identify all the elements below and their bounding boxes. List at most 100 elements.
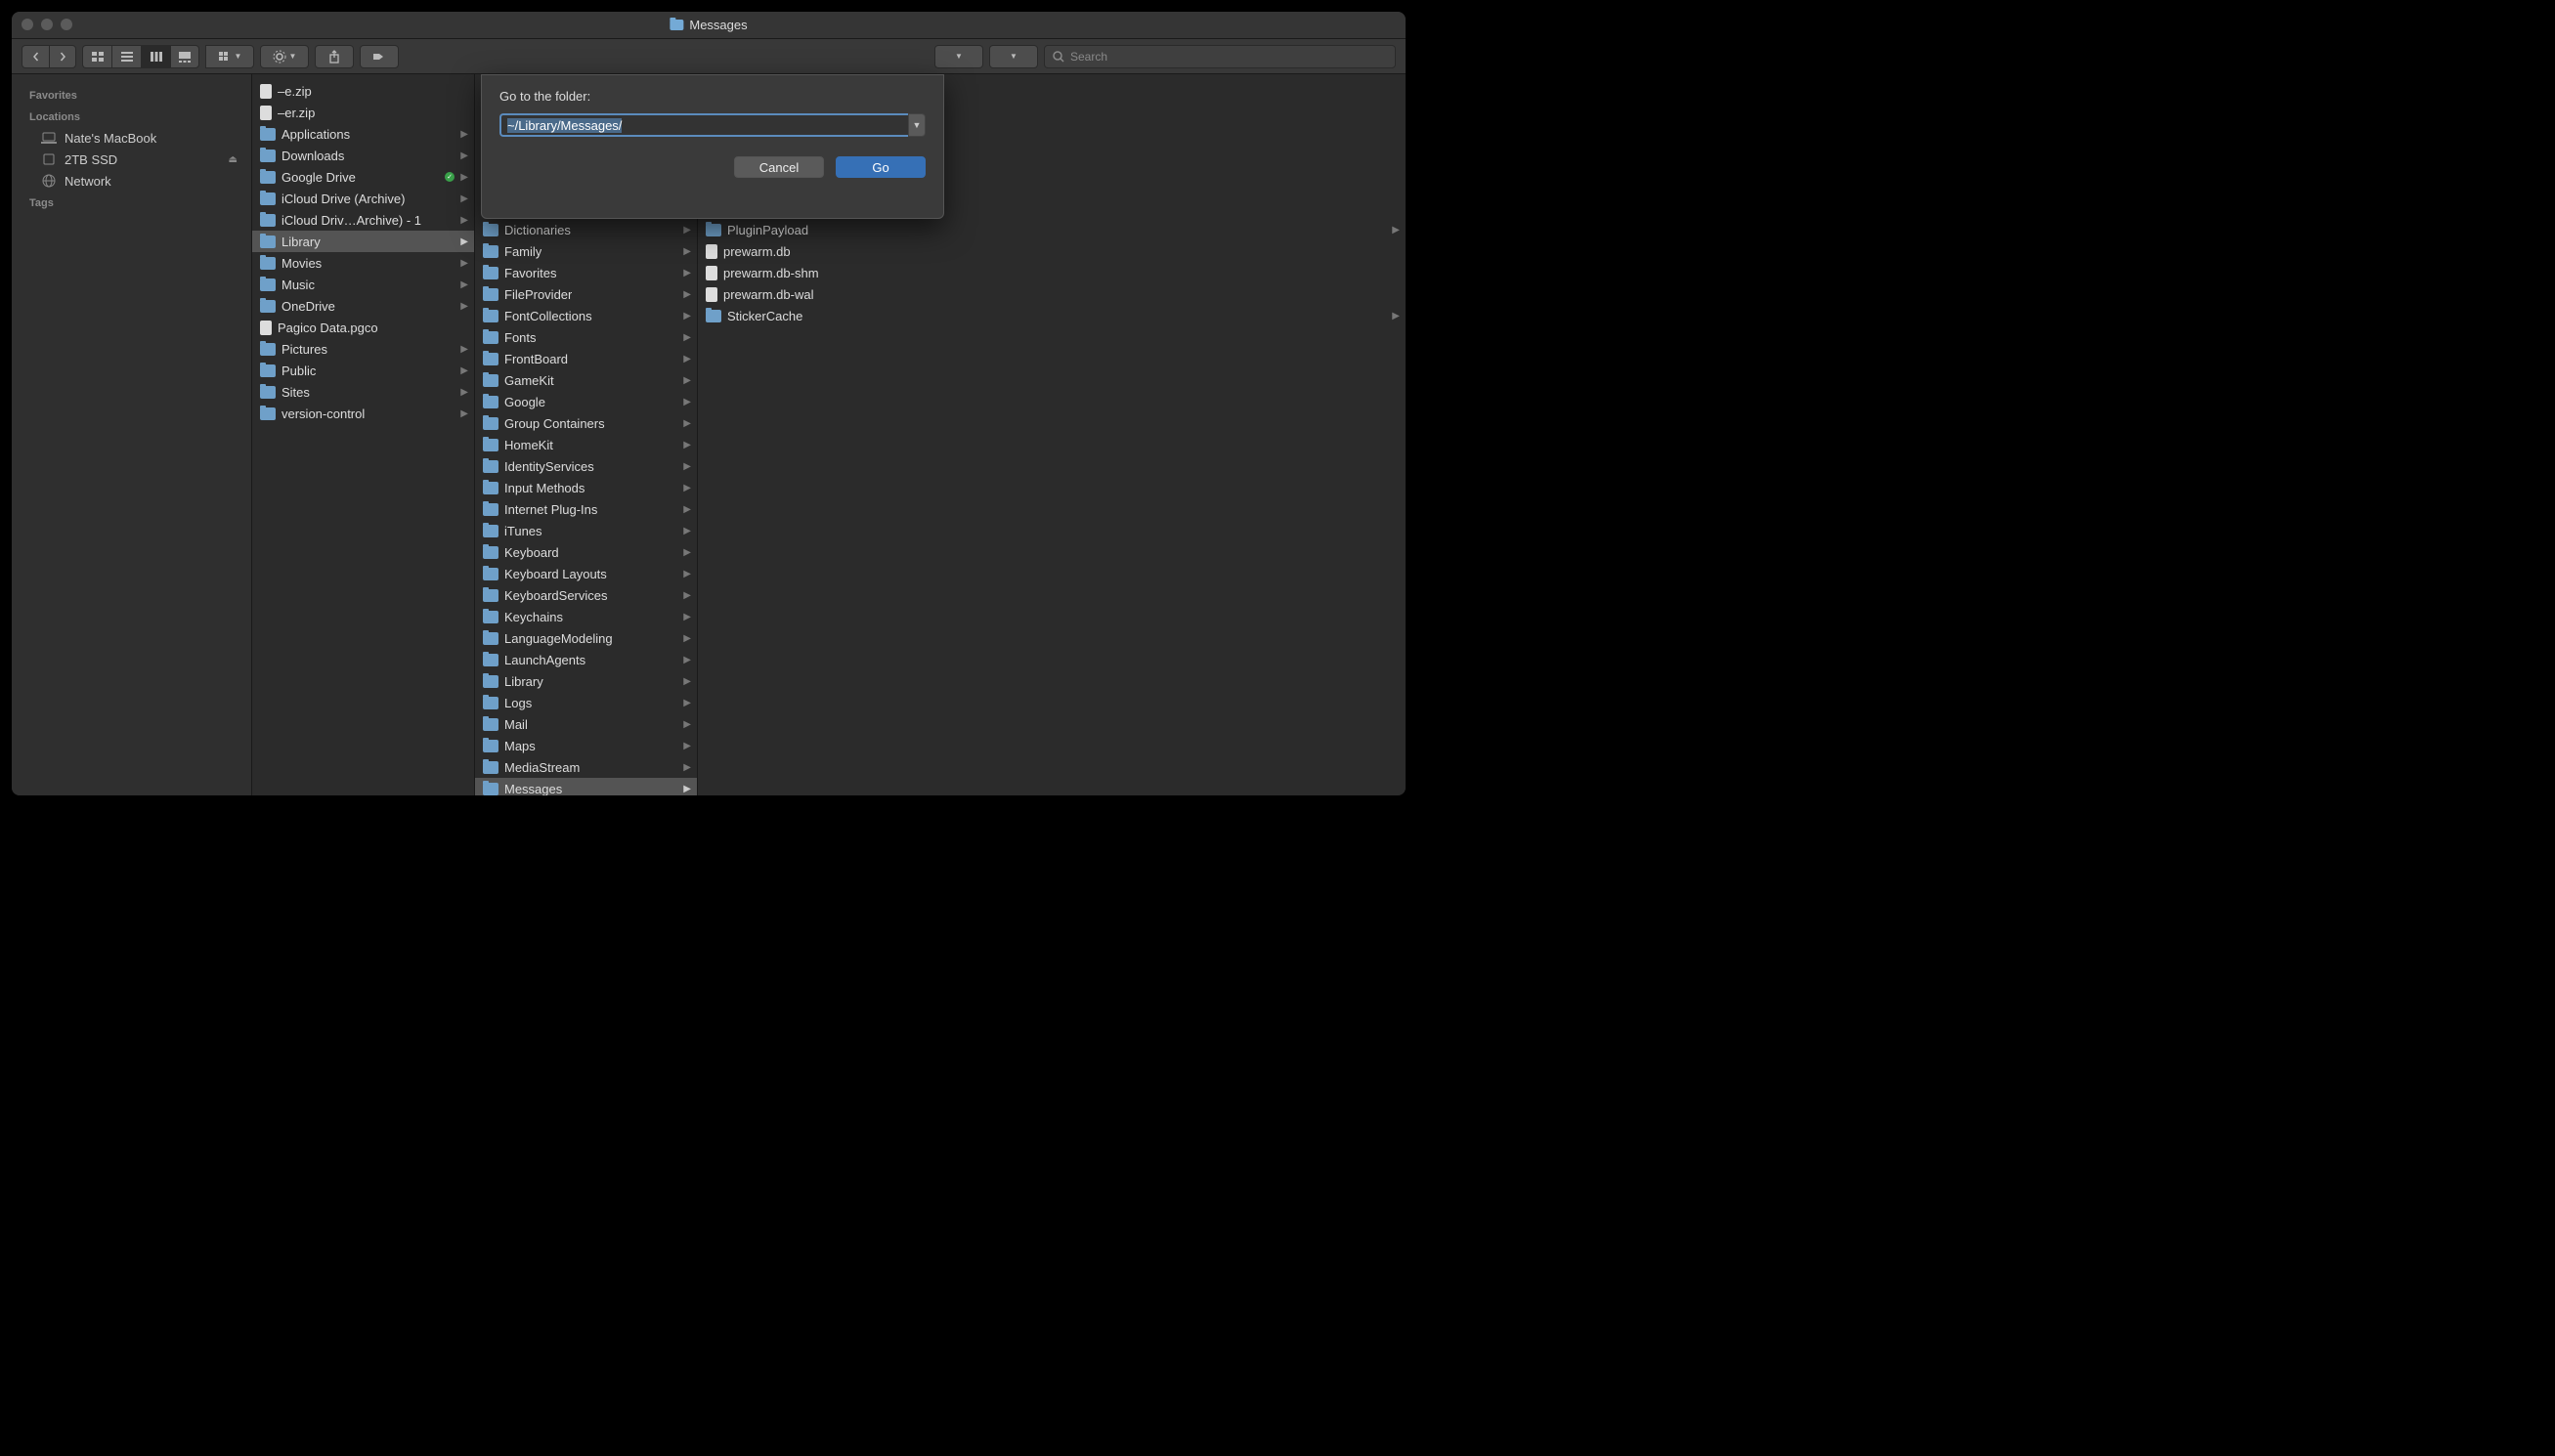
file-icon [260, 106, 272, 120]
file-label: prewarm.db-shm [723, 266, 819, 280]
chevron-right-icon: ▶ [683, 440, 691, 450]
file-row[interactable]: Library▶ [252, 231, 474, 252]
file-row[interactable]: FileProvider▶ [475, 283, 697, 305]
folder-icon [483, 374, 498, 387]
file-row[interactable]: Input Methods▶ [475, 477, 697, 498]
file-row[interactable]: version-control▶ [252, 403, 474, 424]
file-icon [260, 84, 272, 99]
folder-icon [483, 697, 498, 709]
file-row[interactable]: Group Containers▶ [475, 412, 697, 434]
file-row[interactable]: Public▶ [252, 360, 474, 381]
folder-icon [483, 675, 498, 688]
folder-icon [483, 761, 498, 774]
zoom-button[interactable] [61, 19, 72, 30]
chevron-right-icon: ▶ [683, 225, 691, 236]
chevron-right-icon: ▶ [683, 655, 691, 665]
file-label: Public [281, 364, 316, 378]
folder-icon [260, 128, 276, 141]
folder-icon [483, 525, 498, 537]
file-row[interactable]: Library▶ [475, 670, 697, 692]
window-controls [22, 19, 72, 30]
file-row[interactable]: Messages▶ [475, 778, 697, 795]
file-row[interactable]: MediaStream▶ [475, 756, 697, 778]
share-button[interactable] [315, 45, 354, 68]
tags-button[interactable] [360, 45, 399, 68]
eject-icon[interactable]: ⏏ [229, 154, 238, 165]
file-row[interactable]: GameKit▶ [475, 369, 697, 391]
file-row[interactable]: Sites▶ [252, 381, 474, 403]
file-row[interactable]: Keychains▶ [475, 606, 697, 627]
file-row[interactable]: Applications▶ [252, 123, 474, 145]
path-input[interactable] [499, 113, 908, 137]
minimize-button[interactable] [41, 19, 53, 30]
file-row[interactable]: FontCollections▶ [475, 305, 697, 326]
dropdown-1[interactable]: ▼ [934, 45, 983, 68]
sidebar-item[interactable]: Network [12, 170, 251, 192]
arrange-button[interactable]: ▼ [205, 45, 254, 68]
file-label: Sites [281, 385, 310, 400]
file-row[interactable]: iCloud Driv…Archive) - 1▶ [252, 209, 474, 231]
file-row[interactable]: HomeKit▶ [475, 434, 697, 455]
dropdown-2[interactable]: ▼ [989, 45, 1038, 68]
file-row[interactable]: OneDrive▶ [252, 295, 474, 317]
back-button[interactable] [22, 45, 49, 68]
icon-view-button[interactable] [82, 45, 111, 68]
file-row[interactable]: Maps▶ [475, 735, 697, 756]
search-field[interactable]: Search [1044, 45, 1396, 68]
combo-toggle[interactable]: ▼ [908, 113, 926, 137]
close-button[interactable] [22, 19, 33, 30]
file-row[interactable]: Mail▶ [475, 713, 697, 735]
sidebar-item[interactable]: Nate's MacBook [12, 127, 251, 149]
file-row[interactable]: Internet Plug-Ins▶ [475, 498, 697, 520]
go-button[interactable]: Go [836, 156, 926, 178]
cancel-button[interactable]: Cancel [734, 156, 824, 178]
file-row[interactable]: Keyboard▶ [475, 541, 697, 563]
file-row[interactable]: Pagico Data.pgco [252, 317, 474, 338]
file-row[interactable]: iCloud Drive (Archive)▶ [252, 188, 474, 209]
file-row[interactable]: prewarm.db-shm [698, 262, 1406, 283]
file-row[interactable]: IdentityServices▶ [475, 455, 697, 477]
list-view-button[interactable] [111, 45, 141, 68]
file-row[interactable]: Keyboard Layouts▶ [475, 563, 697, 584]
file-row[interactable]: Favorites▶ [475, 262, 697, 283]
nav-group [22, 45, 76, 68]
file-row[interactable]: prewarm.db-wal [698, 283, 1406, 305]
file-row[interactable]: FrontBoard▶ [475, 348, 697, 369]
file-label: Library [281, 235, 321, 249]
file-row[interactable]: –e.zip [252, 80, 474, 102]
file-row[interactable]: Google Drive✓▶ [252, 166, 474, 188]
file-row[interactable]: Google▶ [475, 391, 697, 412]
gallery-view-button[interactable] [170, 45, 199, 68]
chevron-right-icon: ▶ [1392, 225, 1400, 236]
file-row[interactable]: Logs▶ [475, 692, 697, 713]
file-row[interactable]: LanguageModeling▶ [475, 627, 697, 649]
chevron-right-icon: ▶ [683, 612, 691, 622]
file-row[interactable]: –er.zip [252, 102, 474, 123]
file-row[interactable]: prewarm.db [698, 240, 1406, 262]
file-row[interactable]: Music▶ [252, 274, 474, 295]
forward-button[interactable] [49, 45, 76, 68]
file-label: Family [504, 244, 541, 259]
file-row[interactable]: StickerCache▶ [698, 305, 1406, 326]
file-row[interactable]: iTunes▶ [475, 520, 697, 541]
column-view-button[interactable] [141, 45, 170, 68]
action-button[interactable]: ▼ [260, 45, 309, 68]
file-label: –e.zip [278, 84, 312, 99]
file-row[interactable]: Downloads▶ [252, 145, 474, 166]
file-row[interactable]: LaunchAgents▶ [475, 649, 697, 670]
file-row[interactable]: Fonts▶ [475, 326, 697, 348]
file-row[interactable]: Dictionaries▶ [475, 219, 697, 240]
file-row[interactable]: Pictures▶ [252, 338, 474, 360]
file-row[interactable]: PluginPayload▶ [698, 219, 1406, 240]
gallery-icon [178, 51, 192, 63]
file-label: Pictures [281, 342, 327, 357]
chevron-right-icon: ▶ [683, 289, 691, 300]
file-icon [260, 321, 272, 335]
file-row[interactable]: KeyboardServices▶ [475, 584, 697, 606]
file-row[interactable]: Movies▶ [252, 252, 474, 274]
gear-icon [273, 50, 286, 64]
file-icon [706, 244, 717, 259]
file-row[interactable]: Family▶ [475, 240, 697, 262]
sidebar-item[interactable]: 2TB SSD⏏ [12, 149, 251, 170]
chevron-right-icon: ▶ [683, 547, 691, 558]
